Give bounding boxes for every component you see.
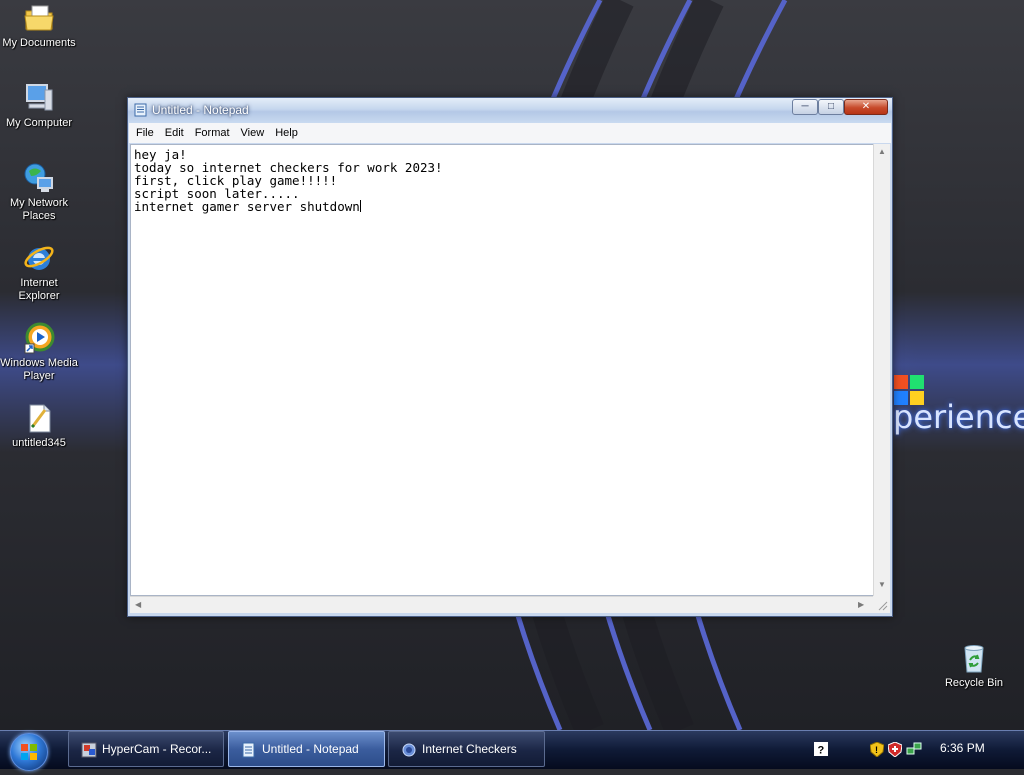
taskbar-button-notepad[interactable]: Untitled - Notepad (228, 731, 385, 767)
network-icon (24, 163, 53, 192)
taskbar-button-label: Untitled - Notepad (262, 742, 359, 756)
desktop-icon-my-computer[interactable]: My Computer (0, 82, 78, 130)
windows-orb-icon (21, 744, 37, 760)
desktop-icon-windows-media-player[interactable]: Windows Media Player (0, 322, 78, 383)
start-button[interactable] (10, 733, 48, 771)
scroll-left-icon[interactable]: ◀ (135, 600, 141, 609)
horizontal-scrollbar[interactable]: ◀ ▶ (130, 596, 873, 613)
menu-format[interactable]: Format (188, 123, 234, 139)
taskbar: HyperCam - Recor... Untitled - Notepad I… (0, 730, 1024, 771)
desktop-icon-my-documents[interactable]: My Documents (0, 2, 78, 50)
scroll-down-icon[interactable]: ▼ (878, 580, 886, 589)
close-button[interactable]: ✕ (844, 99, 888, 115)
menu-edit[interactable]: Edit (158, 123, 188, 139)
desktop-icon-label: My Network Places (9, 197, 69, 222)
media-player-icon (24, 322, 55, 354)
menu-bar: File Edit Format View Help (129, 123, 891, 143)
desktop-icon-label: untitled345 (12, 437, 66, 449)
window-title: Untitled - Notepad (152, 103, 249, 117)
folder-icon (24, 5, 54, 31)
notepad-icon (242, 742, 255, 758)
svg-text:!: ! (875, 745, 878, 755)
desktop-icon-label: Recycle Bin (944, 677, 1004, 689)
antivirus-icon[interactable] (888, 742, 902, 757)
desktop-icon-label: Internet Explorer (18, 277, 60, 302)
clock[interactable]: 6:36 PM (940, 741, 985, 755)
menu-help[interactable]: Help (268, 123, 302, 139)
computer-icon (26, 84, 53, 111)
menu-file[interactable]: File (129, 123, 158, 139)
desktop-icon-label: Windows Media Player (0, 357, 78, 382)
resize-grip[interactable] (873, 596, 890, 613)
close-icon: ✕ (861, 101, 871, 112)
desktop-icon-untitled345[interactable]: untitled345 (0, 402, 78, 450)
taskbar-button-hypercam[interactable]: HyperCam - Recor... (68, 731, 224, 767)
notepad-window[interactable]: Untitled - Notepad ─ □ ✕ File Edit Format V… (127, 97, 893, 617)
menu-view[interactable]: View (234, 123, 269, 139)
svg-text:?: ? (818, 745, 825, 757)
help-icon[interactable]: ? (814, 742, 828, 756)
taskbar-button-label: HyperCam - Recor... (102, 742, 212, 756)
maximize-button[interactable]: □ (818, 99, 844, 115)
text-line: internet gamer server shutdown (134, 199, 360, 214)
hypercam-icon (81, 742, 97, 758)
minimize-button[interactable]: ─ (792, 99, 818, 115)
recycle-bin-icon (964, 645, 984, 673)
window-titlebar[interactable]: Untitled - Notepad ─ □ ✕ (128, 98, 892, 123)
notepad-icon (134, 103, 147, 117)
scroll-up-icon[interactable]: ▲ (878, 147, 886, 156)
system-tray: ? ! 6:36 PM (806, 731, 1024, 769)
desktop-icon-recycle-bin[interactable]: Recycle Bin (935, 642, 1013, 690)
minimize-icon: ─ (801, 101, 809, 112)
checkers-icon (402, 743, 416, 757)
desktop-icon-my-network-places[interactable]: My Network Places (0, 162, 78, 223)
scroll-right-icon[interactable]: ▶ (858, 600, 864, 609)
resize-grip-icon (878, 601, 888, 611)
desktop-icon-label: My Computer (5, 117, 73, 129)
desktop-icon-internet-explorer[interactable]: Internet Explorer (0, 242, 78, 303)
taskbar-button-internet-checkers[interactable]: Internet Checkers (388, 731, 545, 767)
desktop-icon-label: My Documents (2, 37, 76, 49)
text-caret (359, 200, 361, 212)
ie-icon (24, 246, 54, 270)
network-status-icon[interactable] (906, 742, 922, 757)
desktop: perience My Documents My Computer My Net… (0, 0, 1024, 730)
taskbar-button-label: Internet Checkers (422, 742, 517, 756)
vertical-scrollbar[interactable]: ▲ ▼ (873, 144, 890, 596)
security-shield-icon[interactable]: ! (870, 742, 884, 757)
wallpaper-text: perience (893, 398, 1024, 436)
notepad-file-icon (29, 404, 51, 433)
maximize-icon: □ (827, 101, 835, 112)
text-editor[interactable]: hey ja! today so internet checkers for w… (130, 144, 874, 596)
